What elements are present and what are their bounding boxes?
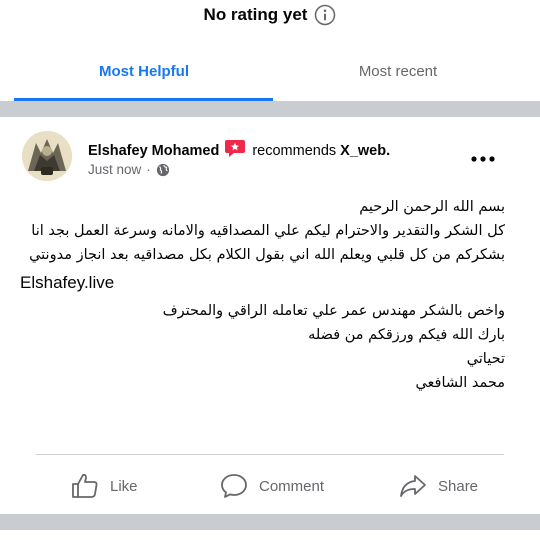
- share-label: Share: [438, 477, 479, 495]
- recommends-text: recommends: [252, 143, 337, 159]
- info-icon[interactable]: [314, 4, 336, 26]
- like-label: Like: [110, 477, 138, 495]
- review-body: بسم الله الرحمن الرحيم كل الشكر والتقدير…: [20, 195, 505, 395]
- avatar-image: [22, 131, 72, 181]
- actions-divider: [36, 454, 504, 455]
- review-tabs: Most Helpful Most recent: [0, 40, 540, 102]
- comment-button[interactable]: Comment: [219, 461, 324, 511]
- share-icon: [400, 475, 426, 497]
- review-meta: Just now ·: [88, 162, 170, 177]
- more-options-icon[interactable]: [470, 155, 496, 163]
- review-line: بارك الله فيكم ورزقكم من فضله: [308, 327, 505, 343]
- rating-summary: No rating yet: [0, 0, 540, 30]
- share-button[interactable]: Share: [398, 461, 478, 511]
- review-actions: Like Comment Share: [14, 461, 526, 511]
- avatar[interactable]: [22, 131, 72, 181]
- review-line: واخص بالشكر مهندس عمر علي تعامله الراقي …: [162, 303, 505, 319]
- globe-icon: [156, 163, 169, 176]
- recommend-badge-icon: [225, 140, 246, 157]
- comment-icon: [221, 474, 247, 498]
- author-name[interactable]: Elshafey Mohamed: [88, 143, 219, 159]
- review-header: Elshafey Mohamed recommends X_web.: [88, 139, 390, 163]
- review-line: تحياتي: [466, 351, 505, 367]
- review-line: بسم الله الرحمن الرحيم: [359, 199, 505, 215]
- thumbs-up-icon: [72, 473, 98, 498]
- review-link[interactable]: Elshafey.live: [20, 269, 505, 297]
- section-divider-bottom: [0, 514, 540, 530]
- timestamp[interactable]: Just now: [88, 162, 141, 177]
- page-name[interactable]: X_web.: [340, 143, 390, 159]
- rating-text: No rating yet: [203, 5, 308, 24]
- like-button[interactable]: Like: [70, 461, 138, 511]
- meta-separator: ·: [146, 162, 151, 177]
- comment-label: Comment: [259, 477, 325, 495]
- tab-most-recent[interactable]: Most recent: [270, 40, 526, 102]
- review-card: Elshafey Mohamed recommends X_web. Just …: [14, 117, 526, 514]
- review-line: محمد الشافعي: [415, 375, 505, 391]
- section-divider: [0, 101, 540, 117]
- review-line: كل الشكر والتقدير والاحترام ليكم علي الم…: [29, 223, 505, 263]
- tab-most-helpful[interactable]: Most Helpful: [14, 40, 274, 102]
